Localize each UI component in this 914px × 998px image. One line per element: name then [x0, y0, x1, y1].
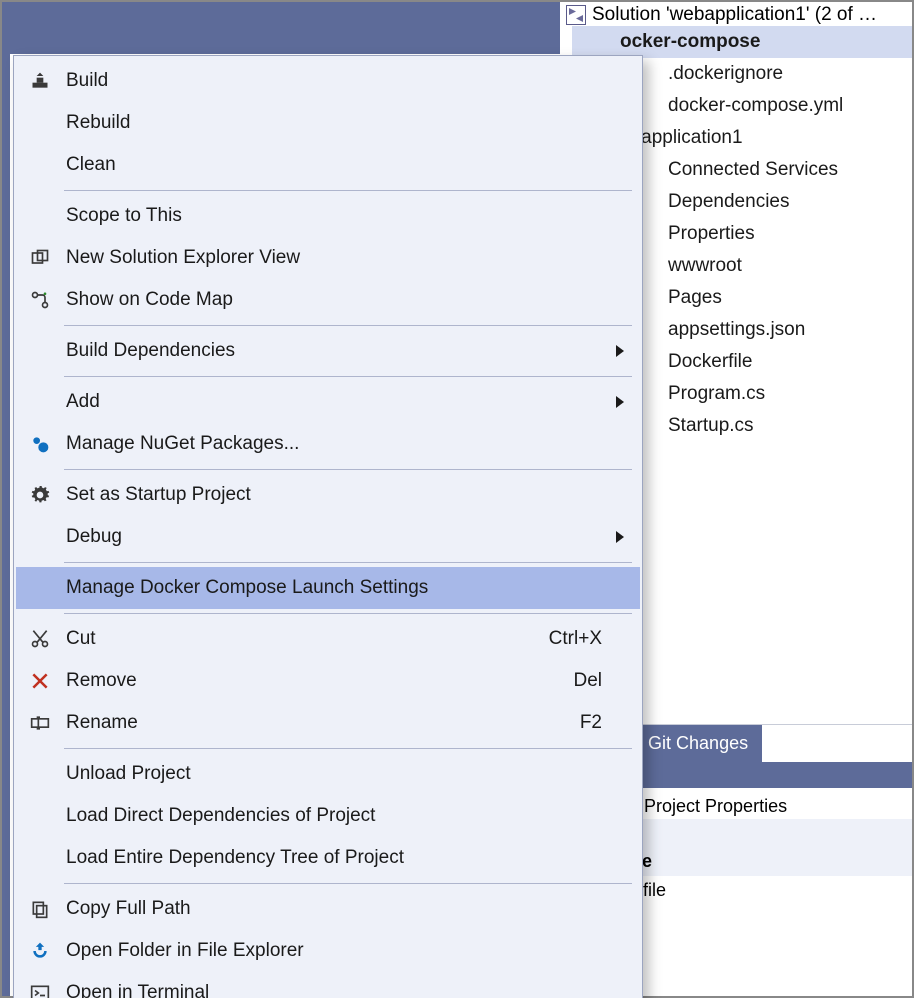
menu-item-label: Cut: [64, 628, 549, 650]
submenu-arrow-icon: [616, 345, 624, 357]
menu-item-label: Build Dependencies: [64, 340, 640, 362]
tree-item-label: wwwroot: [668, 255, 742, 277]
menu-item[interactable]: Scope to This: [16, 195, 640, 237]
build-icon: [16, 71, 64, 91]
tree-item-label: Connected Services: [668, 159, 838, 181]
menu-item-label: Debug: [64, 526, 640, 548]
menu-item[interactable]: Set as Startup Project: [16, 474, 640, 516]
tree-item-label: ocker-compose: [620, 31, 760, 53]
menu-item[interactable]: Open Folder in File Explorer: [16, 930, 640, 972]
solution-title-row[interactable]: Solution 'webapplication1' (2 of …: [560, 2, 912, 26]
menu-item-label: Copy Full Path: [64, 898, 640, 920]
copy-icon: [16, 899, 64, 919]
solution-title: Solution 'webapplication1' (2 of …: [592, 4, 877, 26]
menu-item[interactable]: Clean: [16, 144, 640, 186]
menu-item[interactable]: Unload Project: [16, 753, 640, 795]
tree-item-label: Dockerfile: [668, 351, 752, 373]
menu-item-label: Open in Terminal: [64, 982, 640, 998]
menu-item[interactable]: Show on Code Map: [16, 279, 640, 321]
menu-item-label: Build: [64, 70, 640, 92]
menu-separator: [64, 469, 632, 470]
menu-item-label: Load Entire Dependency Tree of Project: [64, 847, 640, 869]
menu-separator: [64, 376, 632, 377]
left-toolwell: [0, 54, 10, 998]
tree-item-label: appsettings.json: [668, 319, 805, 341]
menu-item[interactable]: Load Entire Dependency Tree of Project: [16, 837, 640, 879]
cut-icon: [16, 629, 64, 649]
menu-item-label: Rebuild: [64, 112, 640, 134]
menu-item[interactable]: Load Direct Dependencies of Project: [16, 795, 640, 837]
menu-item[interactable]: RenameF2: [16, 702, 640, 744]
new-view-icon: [16, 248, 64, 268]
menu-item[interactable]: Add: [16, 381, 640, 423]
menu-item[interactable]: CutCtrl+X: [16, 618, 640, 660]
menu-separator: [64, 190, 632, 191]
menu-item-label: Add: [64, 391, 640, 413]
rename-icon: [16, 713, 64, 733]
tree-item-label: .dockerignore: [668, 63, 783, 85]
menu-item[interactable]: Debug: [16, 516, 640, 558]
menu-item-shortcut: F2: [580, 712, 640, 734]
tree-item-label: Pages: [668, 287, 722, 309]
tree-item-label: docker-compose.yml: [668, 95, 843, 117]
terminal-icon: [16, 983, 64, 998]
menu-item-label: Manage NuGet Packages...: [64, 433, 640, 455]
menu-item-label: Remove: [64, 670, 573, 692]
menu-item[interactable]: RemoveDel: [16, 660, 640, 702]
menu-item-label: Scope to This: [64, 205, 640, 227]
menu-item[interactable]: Build Dependencies: [16, 330, 640, 372]
submenu-arrow-icon: [616, 396, 624, 408]
menu-item-shortcut: Ctrl+X: [549, 628, 640, 650]
menu-item-label: Unload Project: [64, 763, 640, 785]
menu-item-shortcut: Del: [573, 670, 640, 692]
menu-item-label: Load Direct Dependencies of Project: [64, 805, 640, 827]
menu-separator: [64, 748, 632, 749]
solution-icon: [566, 5, 586, 25]
tab-git-changes[interactable]: Git Changes: [634, 725, 762, 762]
tree-item[interactable]: ocker-compose: [572, 26, 912, 58]
open-folder-icon: [16, 941, 64, 961]
menu-item-label: New Solution Explorer View: [64, 247, 640, 269]
menu-item-label: Show on Code Map: [64, 289, 640, 311]
menu-item[interactable]: New Solution Explorer View: [16, 237, 640, 279]
menu-item[interactable]: Rebuild: [16, 102, 640, 144]
menu-item[interactable]: Copy Full Path: [16, 888, 640, 930]
menu-separator: [64, 562, 632, 563]
gear-icon: [16, 485, 64, 505]
tree-item-label: Dependencies: [668, 191, 789, 213]
menu-separator: [64, 613, 632, 614]
remove-icon: [16, 671, 64, 691]
menu-item-label: Clean: [64, 154, 640, 176]
menu-separator: [64, 883, 632, 884]
menu-item[interactable]: Open in Terminal: [16, 972, 640, 998]
menu-item-label: Set as Startup Project: [64, 484, 640, 506]
nuget-icon: [16, 434, 64, 454]
menu-item[interactable]: Manage Docker Compose Launch Settings: [16, 567, 640, 609]
menu-item-label: Rename: [64, 712, 580, 734]
menu-item-label: Manage Docker Compose Launch Settings: [64, 577, 640, 599]
menu-item[interactable]: Manage NuGet Packages...: [16, 423, 640, 465]
menu-item-label: Open Folder in File Explorer: [64, 940, 640, 962]
tree-item-label: Properties: [668, 223, 755, 245]
menu-separator: [64, 325, 632, 326]
context-menu: Build Rebuild Clean Scope to This New Soluti…: [13, 55, 643, 998]
submenu-arrow-icon: [616, 531, 624, 543]
menu-item[interactable]: Build: [16, 60, 640, 102]
tree-item-label: Program.cs: [668, 383, 765, 405]
code-map-icon: [16, 290, 64, 310]
tree-item-label: Startup.cs: [668, 415, 754, 437]
